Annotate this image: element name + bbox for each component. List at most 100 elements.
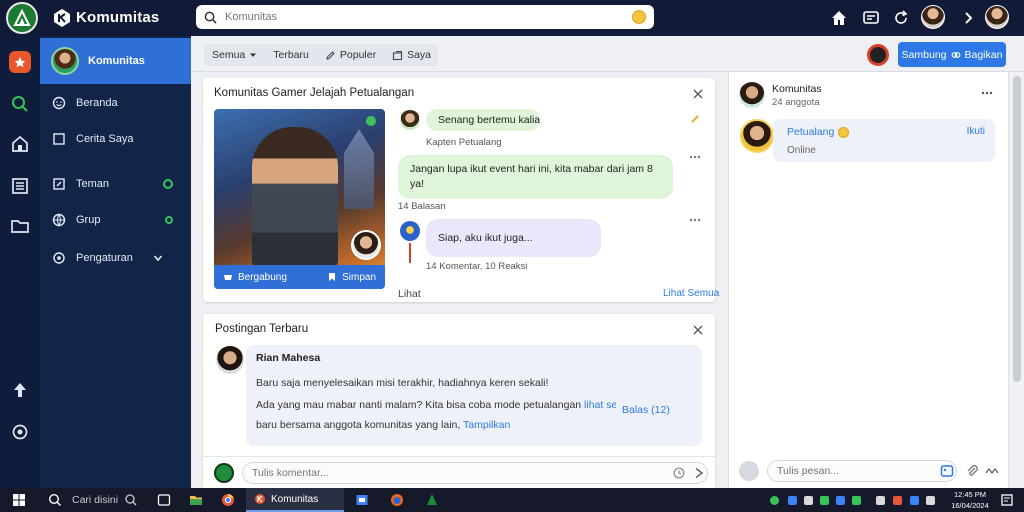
browser-icon[interactable]	[221, 493, 235, 507]
comment-input[interactable]	[242, 462, 708, 484]
profile-avatar[interactable]	[921, 5, 945, 29]
wave-icon[interactable]	[985, 465, 999, 477]
message-meta: 14 Balasan	[398, 201, 446, 212]
join-button[interactable]: Bergabung	[223, 272, 287, 283]
sidebar-item-beranda[interactable]: Beranda	[40, 92, 191, 114]
folder-icon[interactable]	[10, 216, 30, 236]
tray-icon[interactable]	[804, 496, 813, 505]
member-avatar[interactable]	[740, 119, 774, 153]
card-title: Postingan Terbaru	[215, 323, 309, 335]
settings-icon[interactable]	[10, 422, 30, 442]
comment-composer	[203, 456, 715, 488]
upload-icon[interactable]	[10, 380, 30, 400]
scrollbar-thumb[interactable]	[1013, 76, 1021, 382]
chevron-right-icon[interactable]	[960, 9, 978, 27]
tray-icon[interactable]	[788, 496, 797, 505]
star-icon	[14, 56, 26, 68]
sidebar-item-label: Beranda	[76, 97, 118, 109]
tray-icon[interactable]	[820, 496, 829, 505]
author-avatar[interactable]	[216, 346, 244, 374]
join-label: Bergabung	[238, 271, 287, 283]
save-button[interactable]: Simpan	[327, 272, 376, 283]
member-card[interactable]: Petualang Online Ikuti	[773, 119, 995, 162]
brand-app-button[interactable]	[9, 51, 31, 73]
edit-icon	[53, 178, 65, 190]
emoji-icon[interactable]	[632, 10, 646, 24]
refresh-icon[interactable]	[892, 9, 910, 27]
emoji-icon[interactable]	[673, 467, 685, 479]
community-avatar[interactable]	[739, 82, 765, 108]
show-link[interactable]: Tampilkan	[463, 419, 510, 431]
filter-populer-button[interactable]: Populer	[317, 44, 384, 66]
search-bar[interactable]	[196, 5, 654, 29]
scrollbar[interactable]	[1008, 72, 1024, 488]
tray-icon[interactable]	[836, 496, 845, 505]
sidebar-item-grup[interactable]: Grup	[40, 209, 191, 231]
chevron-down-icon[interactable]	[153, 253, 163, 263]
os-taskbar: Cari disini Komunitas 12:45 PM 16/04/202…	[0, 488, 1024, 512]
member-avatar[interactable]	[400, 221, 420, 241]
search-icon[interactable]	[124, 493, 138, 507]
more-options-icon[interactable]	[689, 155, 701, 159]
camera-icon[interactable]	[739, 461, 759, 481]
list-icon[interactable]	[10, 176, 30, 196]
search-icon[interactable]	[48, 493, 62, 507]
tray-icon[interactable]	[876, 496, 885, 505]
filter-semua-button[interactable]: Semua	[204, 44, 265, 66]
sidebar-item-label: Komunitas	[88, 55, 145, 67]
taskbar-app-komunitas[interactable]: Komunitas	[246, 488, 344, 512]
account-avatar[interactable]	[985, 5, 1009, 29]
home-icon[interactable]	[830, 9, 848, 27]
close-icon[interactable]	[693, 89, 703, 99]
live-record-button[interactable]	[867, 44, 889, 66]
recent-posts-card: Postingan Terbaru Rian Mahesa Baru saja …	[203, 314, 715, 488]
more-options-icon[interactable]	[689, 218, 701, 222]
view-all-link[interactable]: Lihat Semua	[663, 288, 719, 299]
sidebar-item-komunitas[interactable]: Komunitas	[40, 38, 191, 84]
firefox-icon[interactable]	[390, 493, 404, 507]
home-icon[interactable]	[10, 134, 30, 154]
filter-terbaru-button[interactable]: Terbaru	[265, 44, 317, 66]
message-input[interactable]	[767, 460, 957, 482]
taskbar-clock[interactable]: 12:45 PM 16/04/2024	[948, 489, 992, 511]
volume-icon[interactable]	[926, 496, 935, 505]
sidebar-item-teman[interactable]: Teman	[40, 173, 191, 195]
tray-icon[interactable]	[852, 496, 861, 505]
store-icon[interactable]	[355, 493, 369, 507]
image-icon[interactable]	[940, 464, 954, 478]
tray-icon[interactable]	[893, 496, 902, 505]
more-options-icon[interactable]	[981, 91, 993, 95]
follow-button[interactable]: Ikuti	[967, 126, 985, 137]
windows-start-icon[interactable]	[12, 493, 26, 507]
sidebar-item-label: Cerita Saya	[76, 133, 134, 145]
send-icon[interactable]	[693, 467, 705, 479]
see-more-link[interactable]: lihat selengkapnya	[584, 399, 616, 411]
sidebar-item-cerita[interactable]: Cerita Saya	[40, 128, 191, 150]
member-name-text: Petualang	[787, 126, 835, 138]
messages-icon[interactable]	[862, 9, 880, 27]
reply-count-link[interactable]: Balas (12)	[622, 404, 670, 416]
file-explorer-icon[interactable]	[189, 493, 203, 507]
notification-icon[interactable]	[1000, 493, 1014, 507]
tray-icon[interactable]	[770, 496, 779, 505]
task-view-icon[interactable]	[157, 493, 171, 507]
online-status-icon	[165, 216, 173, 224]
filter-saya-button[interactable]: Saya	[384, 44, 439, 66]
member-avatar[interactable]	[400, 110, 420, 130]
filter-label: Terbaru	[273, 49, 309, 61]
komunitas-logo-icon	[54, 9, 70, 27]
search-icon[interactable]	[10, 94, 30, 114]
post-text: baru bersama anggota komunitas yang lain…	[256, 419, 510, 431]
close-icon[interactable]	[693, 325, 703, 335]
network-icon[interactable]	[910, 496, 919, 505]
game-app-icon[interactable]	[425, 493, 439, 507]
search-input[interactable]	[225, 11, 632, 23]
game-artwork[interactable]: Bergabung Simpan	[214, 109, 385, 289]
taskbar-search-label[interactable]: Cari disini	[72, 494, 118, 506]
share-community-button[interactable]: Sambung Bagikan	[898, 42, 1006, 67]
hero-character	[252, 127, 338, 267]
sidebar-item-pengaturan[interactable]: Pengaturan	[40, 247, 191, 269]
attach-icon[interactable]	[965, 464, 979, 478]
start-logo-button[interactable]	[6, 2, 38, 34]
pencil-icon[interactable]	[689, 113, 701, 125]
